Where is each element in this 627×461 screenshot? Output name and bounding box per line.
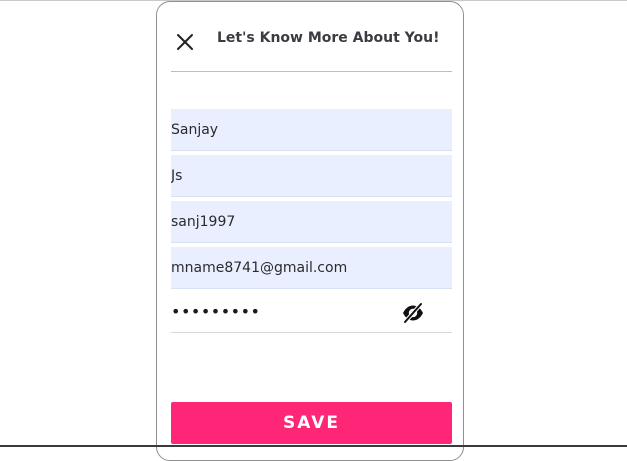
profile-dialog: Let's Know More About You! Sanjay Js san… (156, 1, 464, 461)
password-visibility-toggle[interactable] (401, 302, 425, 324)
last-name-field[interactable]: Js (171, 155, 452, 197)
password-value: ••••••••• (171, 302, 261, 321)
first-name-field[interactable]: Sanjay (171, 109, 452, 151)
header-divider (171, 71, 452, 72)
eye-off-icon (403, 302, 423, 324)
username-field[interactable]: sanj1997 (171, 201, 452, 243)
password-field[interactable]: ••••••••• (171, 293, 452, 333)
save-button[interactable]: SAVE (171, 402, 452, 444)
close-icon (177, 34, 193, 50)
close-button[interactable] (171, 28, 199, 56)
email-field[interactable]: mname8741@gmail.com (171, 247, 452, 289)
dialog-title: Let's Know More About You! (217, 30, 440, 46)
